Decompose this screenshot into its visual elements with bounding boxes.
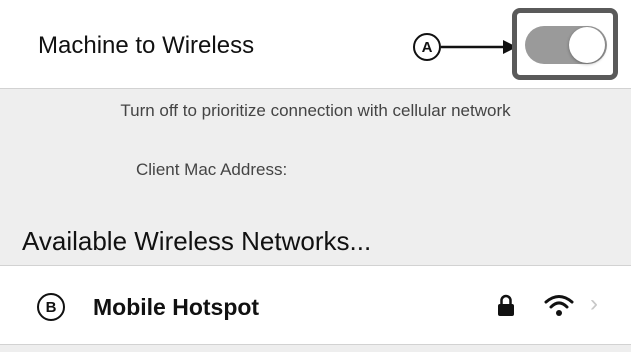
wireless-toggle-switch[interactable]: [525, 26, 607, 64]
callout-arrow: [441, 40, 517, 54]
wifi-icon: [544, 295, 574, 316]
lock-icon: [498, 294, 514, 316]
callout-b: B: [37, 293, 65, 321]
network-row-mobile-hotspot[interactable]: B Mobile Hotspot ›: [0, 265, 631, 345]
toggle-knob: [569, 27, 605, 63]
chevron-right-icon: ›: [590, 290, 598, 317]
wireless-toggle-row: Machine to Wireless A: [0, 0, 631, 89]
callout-b-letter: B: [45, 298, 57, 316]
callout-a-letter: A: [421, 38, 433, 56]
callout-a: A: [413, 33, 441, 61]
mac-address-label: Client Mac Address:: [136, 160, 288, 179]
network-name: Mobile Hotspot: [93, 294, 260, 320]
helper-text: Turn off to prioritize connection with c…: [120, 101, 511, 120]
section-header: Available Wireless Networks...: [22, 226, 372, 256]
wireless-toggle-label: Machine to Wireless: [38, 32, 255, 59]
toggle-highlight-frame: [512, 8, 618, 80]
